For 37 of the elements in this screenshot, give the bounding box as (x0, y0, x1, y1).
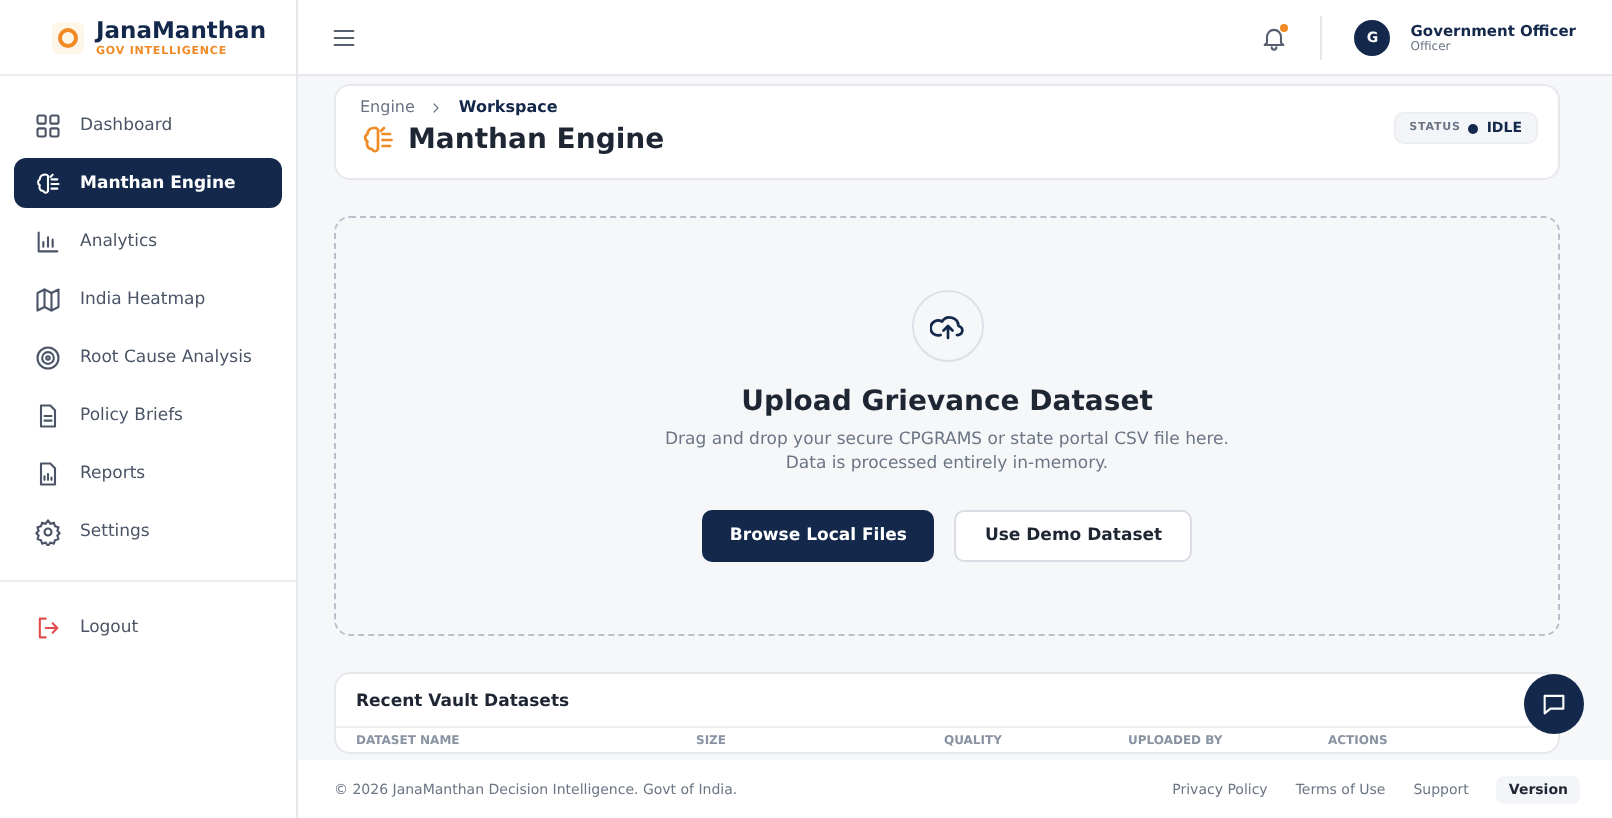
chat-button[interactable] (1524, 674, 1584, 734)
logout-button[interactable]: Logout (14, 602, 282, 652)
upload-icon (911, 290, 983, 362)
sidebar-item[interactable]: India Heatmap (14, 274, 282, 324)
sidebar-item[interactable]: Manthan Engine (14, 158, 282, 208)
page-title: Manthan Engine (408, 124, 665, 156)
card-title: Recent Vault Datasets (354, 690, 572, 716)
demo-dataset-button[interactable]: Use Demo Dataset (954, 510, 1193, 562)
grid-icon (34, 111, 62, 139)
bar-chart-icon (34, 227, 62, 255)
browse-files-button[interactable]: Browse Local Files (701, 510, 935, 562)
sidebar-item[interactable]: Dashboard (14, 100, 282, 150)
upload-note: Data is processed entirely in-memory. (785, 454, 1109, 474)
report-icon (34, 459, 62, 487)
settings-icon (34, 517, 62, 545)
status-dot-icon (1468, 123, 1479, 133)
logo-icon (52, 21, 84, 53)
sidebar-item[interactable]: Reports (14, 448, 282, 498)
breadcrumb-link[interactable]: Engine (360, 98, 415, 116)
logout-icon (34, 613, 62, 641)
notification-button[interactable] (1260, 23, 1289, 51)
target-icon (34, 343, 62, 371)
brand-name: JanaManthan (96, 16, 267, 44)
sidebar-item[interactable]: Settings (14, 506, 282, 556)
chat-icon (1540, 690, 1568, 718)
upload-title: Upload Grievance Dataset (741, 386, 1153, 418)
brain-icon (34, 169, 62, 197)
sidebar-item[interactable]: Root Cause Analysis (14, 332, 282, 382)
sidebar-item[interactable]: Policy Briefs (14, 390, 282, 440)
brain-icon (360, 122, 396, 158)
bell-icon (1260, 23, 1289, 51)
breadcrumb-link[interactable]: Workspace (458, 98, 558, 116)
document-icon (34, 401, 62, 429)
map-icon (34, 285, 62, 313)
upload-dropzone[interactable]: Upload Grievance Dataset Drag and drop your secure CPGRAMS or state portal CSV file here. Data is processed entirely in-memory. Browse Local Files Use Demo Dataset (334, 216, 1560, 636)
upload-description: Drag and drop your secure CPGRAMS or state portal CSV file here. (665, 430, 1229, 450)
sidebar-item[interactable]: Analytics (14, 216, 282, 266)
